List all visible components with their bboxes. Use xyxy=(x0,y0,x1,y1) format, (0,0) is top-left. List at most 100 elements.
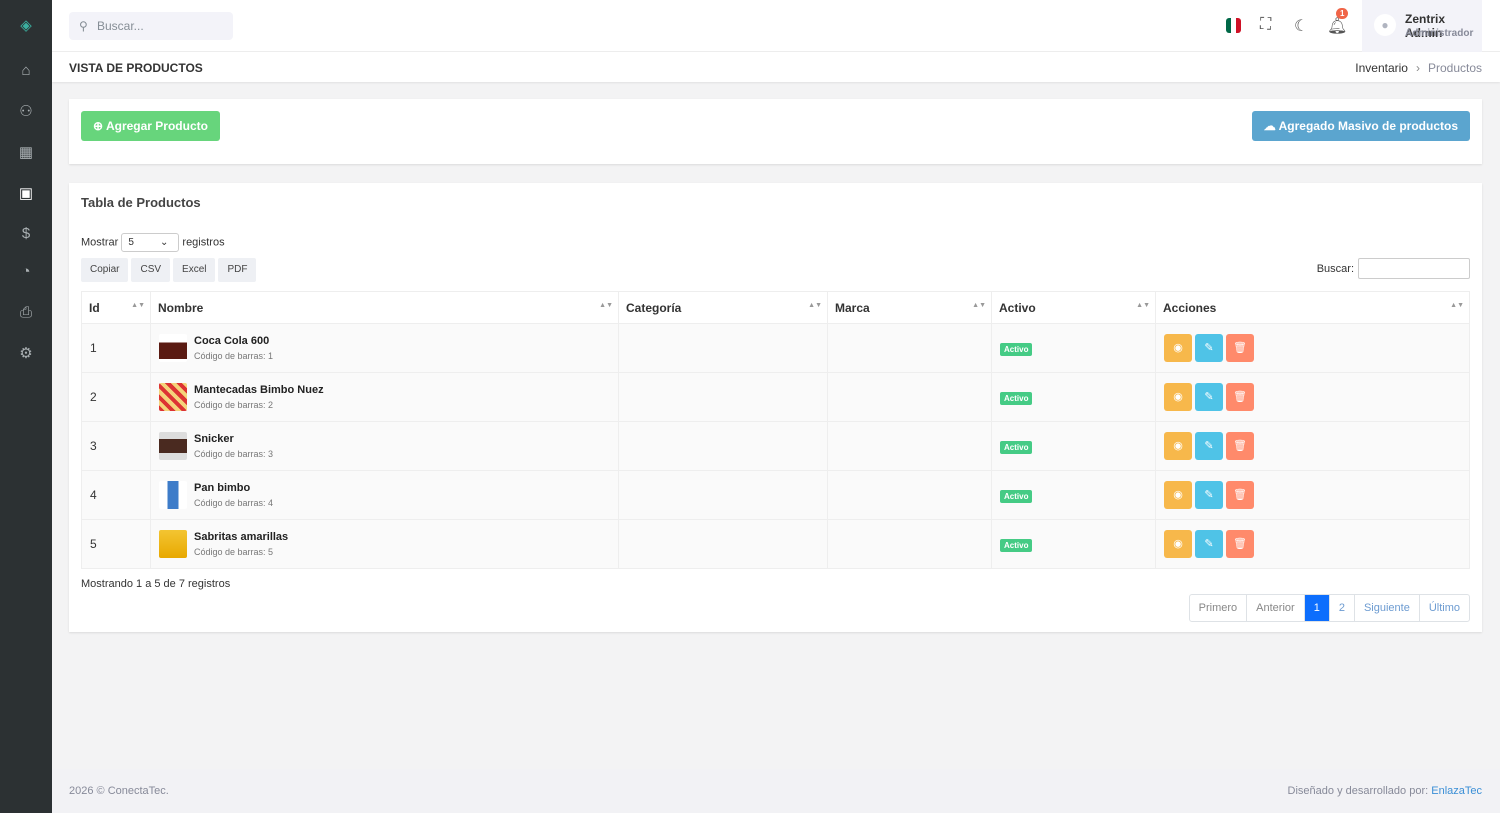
product-image xyxy=(159,530,187,558)
cell-activo: Activo xyxy=(991,372,1156,422)
table-search: Buscar: xyxy=(1317,258,1470,279)
pie-chart-icon[interactable]: ◔ xyxy=(16,262,36,282)
col-marca[interactable]: Marca ▲▼ xyxy=(827,291,992,324)
status-badge: Activo xyxy=(1000,392,1033,405)
csv-button[interactable]: CSV xyxy=(131,258,171,282)
table-search-input[interactable] xyxy=(1358,258,1470,279)
excel-button[interactable]: Excel xyxy=(173,258,216,282)
credits-link[interactable]: EnlazaTec xyxy=(1431,785,1482,797)
cell-id: 1 xyxy=(81,323,151,373)
delete-button[interactable]: 🗑︎ xyxy=(1226,383,1254,411)
pencil-icon: ✎ xyxy=(1204,538,1214,550)
page-2[interactable]: 2 xyxy=(1330,595,1355,621)
users-icon[interactable]: ⚇ xyxy=(16,102,36,122)
pdf-button[interactable]: PDF xyxy=(218,258,257,282)
delete-button[interactable]: 🗑︎ xyxy=(1226,481,1254,509)
actions-card: ⊕ Agregar Producto ☁ Agregado Masivo de … xyxy=(69,99,1482,164)
credits: Diseñado y desarrollado por: EnlazaTec xyxy=(1288,785,1482,797)
copy-button[interactable]: Copiar xyxy=(81,258,129,282)
col-acciones[interactable]: Acciones ▲▼ xyxy=(1155,291,1470,324)
trash-icon: 🗑︎ xyxy=(1233,342,1247,354)
cell-activo: Activo xyxy=(991,470,1156,520)
col-categoria[interactable]: Categoría ▲▼ xyxy=(618,291,828,324)
sidebar: ◈ ⌂ ⚇ ▦ ▣ $ ◔ ⎙ ⚙ xyxy=(0,0,52,813)
cell-marca xyxy=(827,470,992,520)
page-first[interactable]: Primero xyxy=(1190,595,1248,621)
products-table-card: Tabla de Productos Mostrar 5 ⌄ registros … xyxy=(69,183,1482,632)
copyright: 2026 © ConectaTec. xyxy=(69,785,169,797)
settings-icon[interactable]: ⚙ xyxy=(16,344,36,364)
col-id[interactable]: Id ▲▼ xyxy=(81,291,151,324)
breadcrumb-inventario[interactable]: Inventario xyxy=(1355,61,1408,75)
view-button[interactable]: ◉ xyxy=(1164,481,1192,509)
delete-button[interactable]: 🗑︎ xyxy=(1226,530,1254,558)
cell-marca xyxy=(827,421,992,471)
footer: 2026 © ConectaTec. Diseñado y desarrolla… xyxy=(52,769,1500,813)
view-button[interactable]: ◉ xyxy=(1164,334,1192,362)
page-next[interactable]: Siguiente xyxy=(1355,595,1420,621)
avatar: ● xyxy=(1374,14,1396,36)
search-icon: ⚲ xyxy=(79,19,88,33)
edit-button[interactable]: ✎ xyxy=(1195,530,1223,558)
cell-acciones: ◉ ✎ 🗑︎ xyxy=(1155,470,1470,520)
eye-icon: ◉ xyxy=(1173,440,1183,452)
logo-icon[interactable]: ◈ xyxy=(16,16,36,36)
col-label: Id xyxy=(89,300,100,315)
view-button[interactable]: ◉ xyxy=(1164,383,1192,411)
page-last[interactable]: Último xyxy=(1420,595,1469,621)
col-nombre[interactable]: Nombre ▲▼ xyxy=(150,291,619,324)
edit-button[interactable]: ✎ xyxy=(1195,383,1223,411)
eye-icon: ◉ xyxy=(1173,342,1183,354)
page-prev[interactable]: Anterior xyxy=(1247,595,1305,621)
building-icon[interactable]: ▦ xyxy=(16,143,36,163)
product-barcode: Código de barras: 2 xyxy=(194,400,274,410)
sort-icon: ▲▼ xyxy=(972,302,986,309)
col-label: Activo xyxy=(999,300,1036,315)
product-name: Sabritas amarillas xyxy=(194,531,289,543)
bulk-add-button[interactable]: ☁ Agregado Masivo de productos xyxy=(1251,111,1470,141)
product-barcode: Código de barras: 5 xyxy=(194,547,274,557)
add-product-label: Agregar Producto xyxy=(105,119,208,133)
dark-mode-icon[interactable]: ☾ xyxy=(1294,16,1308,36)
user-menu[interactable]: ● Zentrix Admin Administrador xyxy=(1362,0,1482,52)
sort-icon: ▲▼ xyxy=(599,302,613,309)
dashboard-icon[interactable]: ⌂ xyxy=(16,61,36,81)
product-barcode: Código de barras: 3 xyxy=(194,449,274,459)
page-1[interactable]: 1 xyxy=(1304,595,1330,621)
search-input[interactable]: ⚲ Buscar... xyxy=(69,12,233,40)
edit-button[interactable]: ✎ xyxy=(1195,334,1223,362)
col-label: Marca xyxy=(835,300,870,315)
cell-marca xyxy=(827,519,992,569)
view-button[interactable]: ◉ xyxy=(1164,530,1192,558)
cell-categoria xyxy=(618,519,828,569)
page-title-bar: VISTA DE PRODUCTOS Inventario › Productos xyxy=(52,52,1500,82)
table-info: Mostrando 1 a 5 de 7 registros xyxy=(81,578,231,590)
sort-icon: ▲▼ xyxy=(1450,302,1464,309)
edit-button[interactable]: ✎ xyxy=(1195,432,1223,460)
fullscreen-icon[interactable]: ⛶ xyxy=(1260,16,1271,34)
money-icon[interactable]: $ xyxy=(16,224,36,244)
page-length-select[interactable]: 5 ⌄ xyxy=(121,233,180,252)
view-button[interactable]: ◉ xyxy=(1164,432,1192,460)
topbar: ⚲ Buscar... ⛶ ☾ 🔔︎ 1 ● Zentrix Admin Admi… xyxy=(52,0,1500,52)
bulk-add-label: Agregado Masivo de productos xyxy=(1278,119,1458,133)
sort-icon: ▲▼ xyxy=(1136,302,1150,309)
edit-button[interactable]: ✎ xyxy=(1195,481,1223,509)
cell-categoria xyxy=(618,323,828,373)
delete-button[interactable]: 🗑︎ xyxy=(1226,334,1254,362)
page-title: VISTA DE PRODUCTOS xyxy=(69,61,203,75)
table-row: 4 Pan bimbo Código de barras: 4 Activo ◉ ✎… xyxy=(81,470,1470,520)
add-product-button[interactable]: ⊕ Agregar Producto xyxy=(81,111,220,141)
inventory-icon[interactable]: ▣ xyxy=(16,184,36,204)
printer-icon[interactable]: ⎙ xyxy=(16,303,36,323)
table-search-label: Buscar: xyxy=(1316,262,1354,275)
table-row: 2 Mantecadas Bimbo Nuez Código de barras:… xyxy=(81,372,1470,422)
eye-icon: ◉ xyxy=(1173,489,1183,501)
cell-id: 3 xyxy=(81,421,151,471)
col-activo[interactable]: Activo ▲▼ xyxy=(991,291,1156,324)
mexico-flag-icon[interactable] xyxy=(1226,18,1241,33)
bell-icon[interactable]: 🔔︎ xyxy=(1327,16,1347,36)
product-name: Coca Cola 600 xyxy=(194,335,270,347)
delete-button[interactable]: 🗑︎ xyxy=(1226,432,1254,460)
cell-nombre: Snicker Código de barras: 3 xyxy=(150,421,619,471)
